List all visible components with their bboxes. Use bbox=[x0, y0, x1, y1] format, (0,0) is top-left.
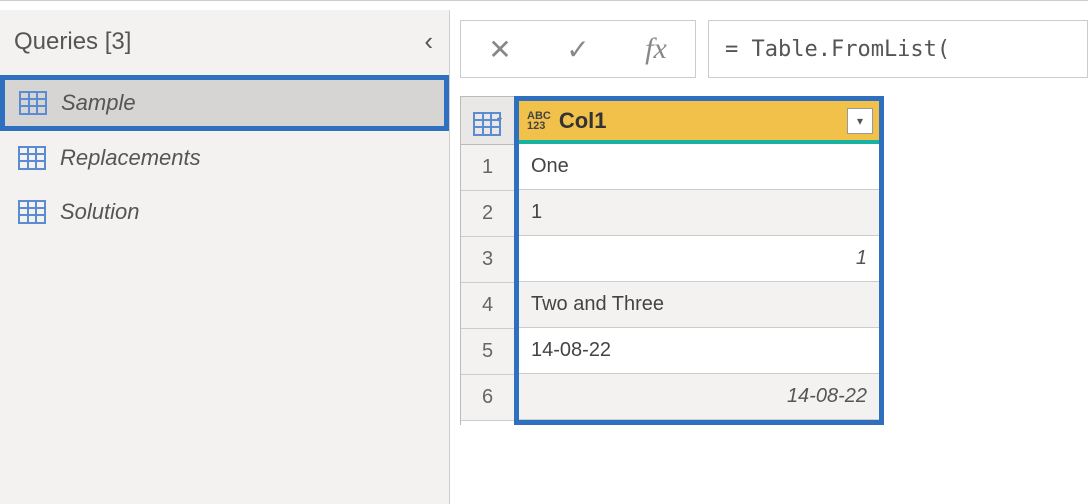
row-gutter: ▾ 1 2 3 4 5 6 bbox=[460, 96, 514, 425]
row-number[interactable]: 2 bbox=[461, 191, 514, 237]
table-icon bbox=[19, 91, 47, 115]
data-cell[interactable]: One bbox=[519, 144, 879, 190]
row-number[interactable]: 5 bbox=[461, 329, 514, 375]
row-number[interactable]: 1 bbox=[461, 145, 514, 191]
content-pane: ✕ ✓ fx = Table.FromList( ▾ 1 2 3 4 bbox=[450, 10, 1088, 504]
cancel-formula-button[interactable]: ✕ bbox=[461, 21, 539, 77]
column-header[interactable]: ABC 123 Col1 ▾ bbox=[519, 101, 879, 144]
query-item-solution[interactable]: Solution bbox=[0, 185, 449, 239]
data-cell[interactable]: 14-08-22 bbox=[519, 374, 879, 420]
query-item-label: Replacements bbox=[60, 145, 201, 171]
data-cell[interactable]: 14-08-22 bbox=[519, 328, 879, 374]
query-item-label: Sample bbox=[61, 90, 136, 116]
commit-formula-button[interactable]: ✓ bbox=[539, 21, 617, 77]
collapse-pane-button[interactable]: ‹ bbox=[424, 26, 433, 57]
fx-button[interactable]: fx bbox=[617, 21, 695, 77]
table-icon bbox=[18, 146, 46, 170]
row-number[interactable]: 6 bbox=[461, 375, 514, 421]
table-corner-button[interactable]: ▾ bbox=[461, 97, 514, 145]
formula-bar: ✕ ✓ fx = Table.FromList( bbox=[460, 20, 1088, 78]
column-name: Col1 bbox=[559, 108, 607, 134]
data-cell[interactable]: 1 bbox=[519, 190, 879, 236]
query-item-label: Solution bbox=[60, 199, 140, 225]
queries-title: Queries [3] bbox=[14, 28, 131, 56]
queries-pane: Queries [3] ‹ Sample Replacements Soluti… bbox=[0, 10, 450, 504]
data-cell[interactable]: 1 bbox=[519, 236, 879, 282]
data-table: ▾ 1 2 3 4 5 6 ABC 123 Col1 bbox=[460, 96, 1088, 425]
formula-text: = Table.FromList( bbox=[725, 37, 950, 62]
query-item-replacements[interactable]: Replacements bbox=[0, 131, 449, 185]
row-number[interactable]: 3 bbox=[461, 237, 514, 283]
row-number[interactable]: 4 bbox=[461, 283, 514, 329]
data-type-icon[interactable]: ABC 123 bbox=[527, 111, 551, 131]
table-icon bbox=[18, 200, 46, 224]
formula-input[interactable]: = Table.FromList( bbox=[708, 20, 1088, 78]
chevron-down-icon: ▾ bbox=[857, 114, 863, 128]
query-item-sample[interactable]: Sample bbox=[0, 75, 449, 131]
data-cell[interactable]: Two and Three bbox=[519, 282, 879, 328]
table-icon bbox=[473, 112, 493, 130]
column-filter-button[interactable]: ▾ bbox=[847, 108, 873, 134]
